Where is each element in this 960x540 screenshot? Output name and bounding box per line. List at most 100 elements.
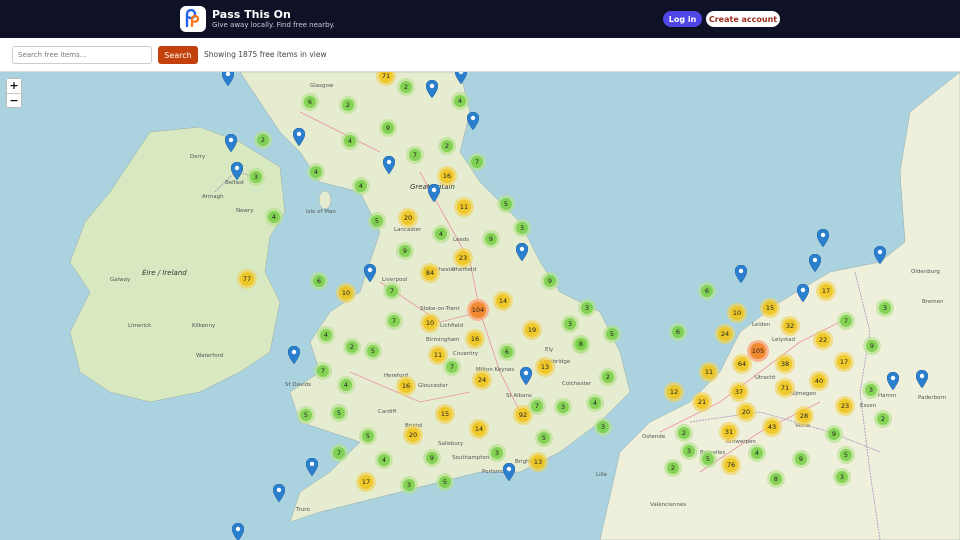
cluster-marker[interactable]: 24 xyxy=(715,324,735,344)
cluster-marker[interactable]: 5 xyxy=(436,473,454,491)
map-pin-icon[interactable] xyxy=(797,284,809,302)
cluster-marker[interactable]: 7 xyxy=(443,358,461,376)
map-pin-icon[interactable] xyxy=(467,112,479,130)
cluster-marker[interactable]: 9 xyxy=(541,272,559,290)
cluster-marker[interactable]: 8 xyxy=(767,470,785,488)
cluster-marker[interactable]: 3 xyxy=(876,299,894,317)
cluster-marker[interactable]: 9 xyxy=(863,337,881,355)
cluster-marker[interactable]: 104 xyxy=(467,299,489,321)
cluster-marker[interactable]: 5 xyxy=(603,325,621,343)
cluster-marker[interactable]: 3 xyxy=(554,398,572,416)
cluster-marker[interactable]: 17 xyxy=(356,472,376,492)
cluster-marker[interactable]: 11 xyxy=(454,197,474,217)
cluster-marker[interactable]: 7 xyxy=(330,444,348,462)
cluster-marker[interactable]: 3 xyxy=(578,299,596,317)
cluster-marker[interactable]: 4 xyxy=(432,225,450,243)
cluster-marker[interactable]: 84 xyxy=(420,263,440,283)
cluster-marker[interactable]: 24 xyxy=(472,370,492,390)
cluster-marker[interactable]: 32 xyxy=(780,316,800,336)
map-pin-icon[interactable] xyxy=(887,372,899,390)
cluster-marker[interactable]: 3 xyxy=(400,476,418,494)
login-button[interactable]: Log in xyxy=(663,11,702,27)
cluster-marker[interactable]: 8 xyxy=(572,335,590,353)
map-pin-icon[interactable] xyxy=(225,134,237,152)
cluster-marker[interactable]: 16 xyxy=(396,376,416,396)
cluster-marker[interactable]: 4 xyxy=(748,444,766,462)
cluster-marker[interactable]: 5 xyxy=(364,342,382,360)
cluster-marker[interactable]: 7 xyxy=(528,397,546,415)
cluster-marker[interactable]: 20 xyxy=(736,402,756,422)
map-pin-icon[interactable] xyxy=(232,523,244,540)
cluster-marker[interactable]: 20 xyxy=(398,208,418,228)
map-pin-icon[interactable] xyxy=(293,128,305,146)
map-pin-icon[interactable] xyxy=(455,72,467,84)
cluster-marker[interactable]: 71 xyxy=(775,378,795,398)
cluster-marker[interactable]: 5 xyxy=(535,429,553,447)
cluster-marker[interactable]: 7 xyxy=(406,146,424,164)
cluster-marker[interactable]: 2 xyxy=(343,338,361,356)
cluster-marker[interactable]: 19 xyxy=(522,320,542,340)
cluster-marker[interactable]: 28 xyxy=(794,406,814,426)
cluster-marker[interactable]: 9 xyxy=(825,425,843,443)
cluster-marker[interactable]: 9 xyxy=(792,450,810,468)
cluster-marker[interactable]: 23 xyxy=(835,396,855,416)
search-input[interactable] xyxy=(12,46,152,64)
cluster-marker[interactable]: 9 xyxy=(423,449,441,467)
cluster-marker[interactable]: 2 xyxy=(254,131,272,149)
cluster-marker[interactable]: 2 xyxy=(675,424,693,442)
cluster-marker[interactable]: 6 xyxy=(301,93,319,111)
cluster-marker[interactable]: 9 xyxy=(482,230,500,248)
create-account-button[interactable]: Create account xyxy=(706,11,780,27)
cluster-marker[interactable]: 3 xyxy=(513,219,531,237)
cluster-marker[interactable]: 4 xyxy=(265,208,283,226)
cluster-marker[interactable]: 5 xyxy=(359,427,377,445)
cluster-marker[interactable]: 5 xyxy=(330,404,348,422)
map-pin-icon[interactable] xyxy=(273,484,285,502)
cluster-marker[interactable]: 2 xyxy=(438,137,456,155)
cluster-marker[interactable]: 12 xyxy=(664,382,684,402)
cluster-marker[interactable]: 10 xyxy=(727,303,747,323)
cluster-marker[interactable]: 4 xyxy=(352,177,370,195)
cluster-marker[interactable]: 3 xyxy=(680,442,698,460)
cluster-marker[interactable]: 5 xyxy=(837,446,855,464)
cluster-marker[interactable]: 76 xyxy=(721,455,741,475)
map-pin-icon[interactable] xyxy=(735,265,747,283)
cluster-marker[interactable]: 7 xyxy=(468,153,486,171)
zoom-in-button[interactable]: + xyxy=(7,79,21,93)
cluster-marker[interactable]: 4 xyxy=(337,376,355,394)
map-pin-icon[interactable] xyxy=(288,346,300,364)
cluster-marker[interactable]: 13 xyxy=(528,452,548,472)
cluster-marker[interactable]: 13 xyxy=(535,357,555,377)
cluster-marker[interactable]: 5 xyxy=(699,450,717,468)
cluster-marker[interactable]: 2 xyxy=(874,410,892,428)
cluster-marker[interactable]: 5 xyxy=(368,212,386,230)
cluster-marker[interactable]: 14 xyxy=(469,419,489,439)
cluster-marker[interactable]: 4 xyxy=(586,394,604,412)
cluster-marker[interactable]: 77 xyxy=(237,269,257,289)
cluster-marker[interactable]: 20 xyxy=(403,425,423,445)
cluster-marker[interactable]: 6 xyxy=(498,343,516,361)
map-pin-icon[interactable] xyxy=(383,156,395,174)
map-pin-icon[interactable] xyxy=(516,243,528,261)
cluster-marker[interactable]: 4 xyxy=(451,92,469,110)
cluster-marker[interactable]: 7 xyxy=(837,312,855,330)
cluster-marker[interactable]: 40 xyxy=(809,371,829,391)
cluster-marker[interactable]: 14 xyxy=(493,291,513,311)
cluster-marker[interactable]: 10 xyxy=(420,313,440,333)
cluster-marker[interactable]: 10 xyxy=(336,283,356,303)
map-pin-icon[interactable] xyxy=(809,254,821,272)
cluster-marker[interactable]: 6 xyxy=(698,282,716,300)
cluster-marker[interactable]: 5 xyxy=(497,195,515,213)
cluster-marker[interactable]: 2 xyxy=(664,459,682,477)
map-pin-icon[interactable] xyxy=(306,458,318,476)
map-pin-icon[interactable] xyxy=(916,370,928,388)
map-pin-icon[interactable] xyxy=(428,184,440,202)
cluster-marker[interactable]: 4 xyxy=(317,326,335,344)
cluster-marker[interactable]: 31 xyxy=(719,422,739,442)
cluster-marker[interactable]: 17 xyxy=(834,352,854,372)
cluster-marker[interactable]: 3 xyxy=(561,315,579,333)
map-pin-icon[interactable] xyxy=(364,264,376,282)
cluster-marker[interactable]: 16 xyxy=(465,329,485,349)
map-pin-icon[interactable] xyxy=(426,80,438,98)
cluster-marker[interactable]: 3 xyxy=(594,418,612,436)
